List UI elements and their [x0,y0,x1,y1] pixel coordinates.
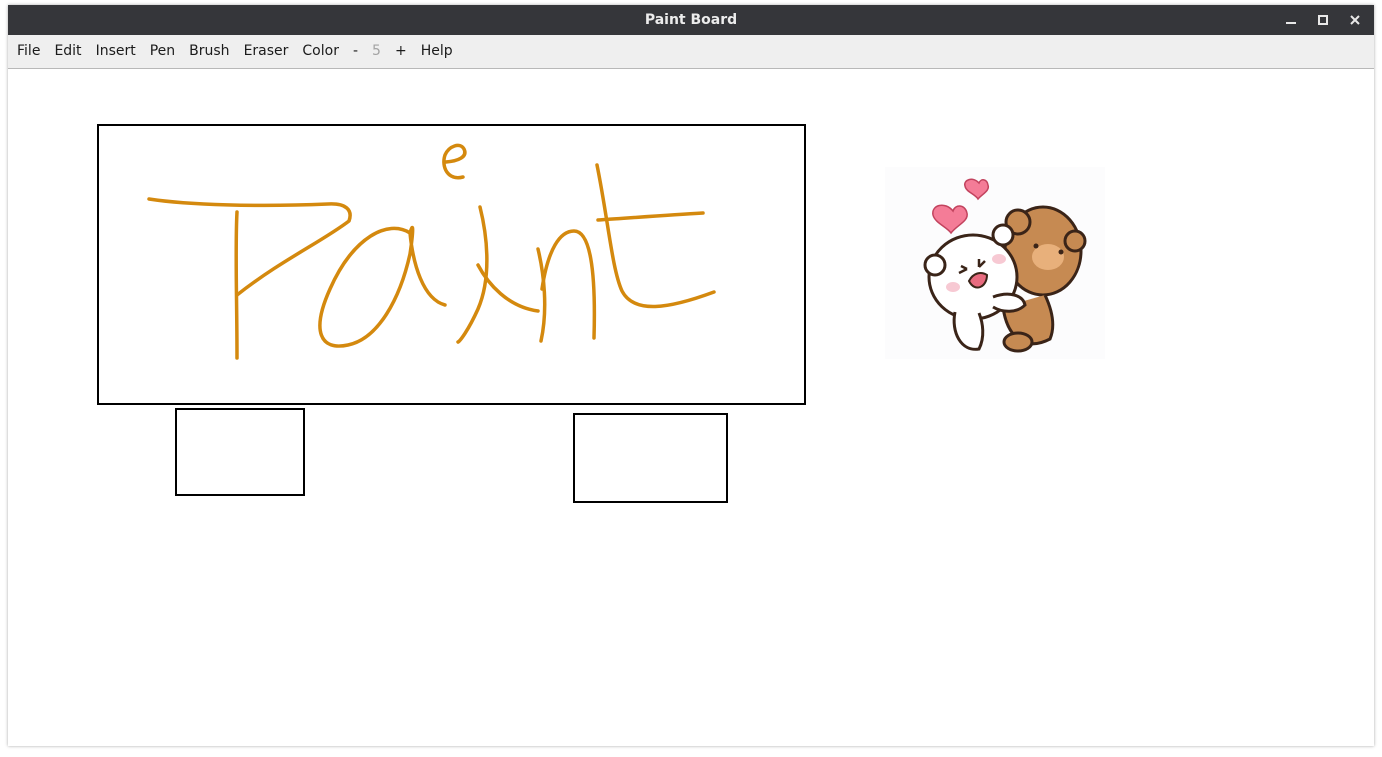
menu-edit[interactable]: Edit [47,35,88,68]
close-icon [1350,15,1360,25]
decrease-size-button[interactable]: - [346,35,365,68]
menu-color[interactable]: Color [295,35,346,68]
hugging-bears-sticker[interactable] [885,167,1105,359]
menu-bar: File Edit Insert Pen Brush Eraser Color … [8,35,1374,69]
menu-help[interactable]: Help [414,35,460,68]
menu-brush[interactable]: Brush [182,35,236,68]
maximize-icon [1318,15,1328,25]
menu-pen[interactable]: Pen [143,35,182,68]
size-value: 5 [372,43,381,59]
minimize-button[interactable] [1275,5,1307,35]
menu-insert[interactable]: Insert [89,35,143,68]
drawing-canvas[interactable] [8,69,1374,746]
small-rectangle-shape-right[interactable] [573,413,728,503]
large-rectangle-shape[interactable] [97,124,806,405]
increase-size-button[interactable]: + [388,35,414,68]
menu-eraser[interactable]: Eraser [237,35,296,68]
minimize-icon [1286,15,1296,25]
close-button[interactable] [1339,5,1371,35]
window-title: Paint Board [644,12,738,28]
menu-file[interactable]: File [8,35,47,68]
small-rectangle-shape-left[interactable] [175,408,305,496]
title-bar[interactable]: Paint Board [8,5,1374,35]
app-window: Paint Board File Edit Insert Pen Brush E… [8,5,1374,746]
maximize-button[interactable] [1307,5,1339,35]
